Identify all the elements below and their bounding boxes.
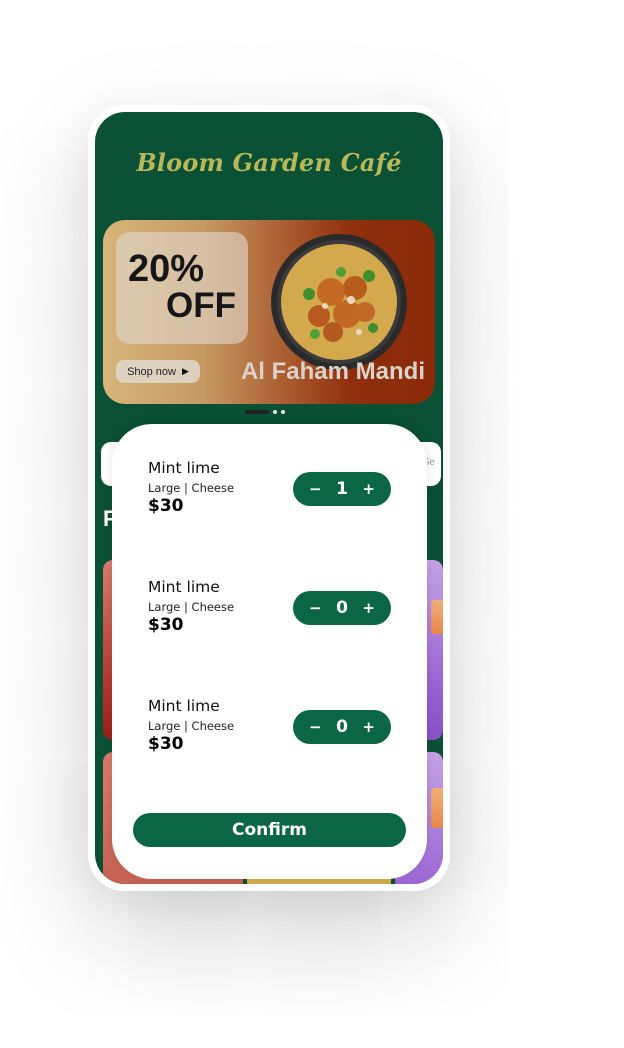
quantity-value: 0: [336, 717, 348, 737]
quantity-stepper: − 0 +: [293, 591, 391, 625]
quantity-value: 1: [336, 479, 348, 499]
carousel-dot-active[interactable]: [245, 410, 269, 414]
banner-title: Al Faham Mandi: [240, 358, 425, 385]
promo-banner[interactable]: 20% OFF Shop now ▶ Al Faham Mandi: [103, 220, 435, 404]
play-icon: ▶: [182, 366, 189, 376]
drink-image: [431, 788, 443, 828]
shop-now-label: Shop now: [127, 365, 176, 378]
decrease-button[interactable]: −: [309, 599, 322, 617]
mandi-dish-image: [271, 234, 407, 370]
quantity-stepper: − 1 +: [293, 472, 391, 506]
app-logo: Bloom Garden Café: [136, 148, 402, 177]
quantity-stepper: − 0 +: [293, 710, 391, 744]
quantity-value: 0: [336, 598, 348, 618]
discount-box: 20% OFF: [116, 232, 248, 344]
cart-bottom-sheet: Mint lime Large | Cheese $30 − 1 + Mint …: [112, 424, 427, 879]
carousel-dot[interactable]: [273, 410, 277, 414]
drink-image: [431, 600, 443, 634]
shop-now-button[interactable]: Shop now ▶: [116, 360, 200, 383]
increase-button[interactable]: +: [362, 718, 375, 736]
increase-button[interactable]: +: [362, 480, 375, 498]
discount-off-label: OFF: [166, 286, 236, 325]
discount-percent: 20%: [128, 248, 205, 290]
carousel-indicator: [245, 410, 285, 414]
decrease-button[interactable]: −: [309, 718, 322, 736]
decrease-button[interactable]: −: [309, 480, 322, 498]
confirm-button[interactable]: Confirm: [133, 813, 406, 847]
increase-button[interactable]: +: [362, 599, 375, 617]
carousel-dot[interactable]: [281, 410, 285, 414]
